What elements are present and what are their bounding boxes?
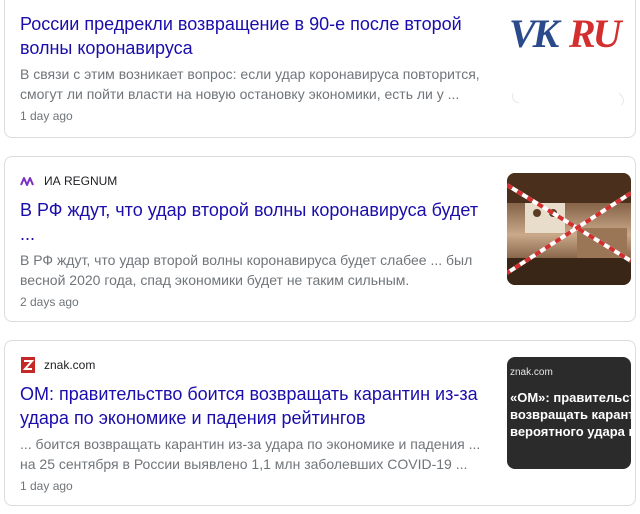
restaurant-photo (507, 173, 631, 285)
news-age: 1 day ago (20, 479, 73, 493)
news-snippet: В РФ ждут, что удар второй волны коронав… (20, 250, 493, 290)
news-result-card[interactable]: znak.com ОМ: правительство боится возвра… (4, 340, 636, 506)
headline-line: волны коронавируса (20, 38, 193, 58)
news-snippet: В связи с этим возникает вопрос: если уд… (20, 64, 493, 104)
znak-logo-icon (20, 357, 36, 373)
thumbnail-line: вероятного удара по э (510, 424, 631, 439)
news-result-text: ИА REGNUM В РФ ждут, что удар второй вол… (20, 157, 493, 310)
headline-line: удара по экономике и падения рейтингов (20, 408, 366, 428)
snippet-line: смогут ли пойти власти на новую остановк… (20, 86, 460, 102)
thumbnail-line: возвращать карантин (510, 407, 631, 422)
snippet-line: В РФ ждут, что удар второй волны коронав… (20, 252, 473, 268)
snippet-line: В связи с этим возникает вопрос: если уд… (20, 66, 480, 82)
news-result-card[interactable]: России предрекли возвращение в 90-е посл… (4, 0, 636, 138)
news-snippet: ... боится возвращать карантин из-за уда… (20, 434, 493, 474)
snippet-line: ... боится возвращать карантин из-за уда… (20, 436, 481, 452)
news-result-text: znak.com ОМ: правительство боится возвра… (20, 341, 493, 494)
svg-text:VK: VK (509, 11, 562, 56)
news-source[interactable]: znak.com (20, 356, 493, 374)
headline-line: В РФ ждут, что удар второй волны коронав… (20, 200, 479, 220)
news-thumbnail[interactable]: znak.com «ОМ»: правительство возвращать … (507, 357, 631, 469)
headline-line: ОМ: правительство боится возвращать кара… (20, 384, 478, 404)
news-age: 1 day ago (20, 109, 73, 123)
news-thumbnail[interactable] (507, 173, 631, 285)
regnum-logo-icon (20, 173, 36, 189)
svg-text:RU: RU (568, 11, 624, 56)
snippet-line: на 25 сентября в России выявлено 1,1 млн… (20, 456, 468, 472)
news-headline[interactable]: ОМ: правительство боится возвращать кара… (20, 382, 493, 430)
news-source[interactable]: ИА REGNUM (20, 172, 493, 190)
snippet-line: весной 2020 года, спад экономики будет н… (20, 272, 410, 288)
source-name: znak.com (44, 358, 96, 372)
news-thumbnail[interactable]: VK RU (507, 5, 631, 117)
thumbnail-headline: «ОМ»: правительство возвращать карантин … (507, 389, 631, 440)
headline-line: России предрекли возвращение в 90-е посл… (20, 14, 462, 34)
news-result-card[interactable]: ИА REGNUM В РФ ждут, что удар второй вол… (4, 156, 636, 322)
vkru-logo: VK RU (509, 11, 627, 106)
news-headline[interactable]: В РФ ждут, что удар второй волны коронав… (20, 198, 493, 246)
news-age: 2 days ago (20, 295, 79, 309)
thumbnail-caption: znak.com (510, 367, 553, 378)
news-result-text: России предрекли возвращение в 90-е посл… (20, 0, 493, 124)
source-name: ИА REGNUM (44, 174, 118, 188)
news-headline[interactable]: России предрекли возвращение в 90-е посл… (20, 12, 493, 60)
thumbnail-line: «ОМ»: правительство (510, 390, 631, 405)
headline-line: ... (20, 224, 36, 244)
